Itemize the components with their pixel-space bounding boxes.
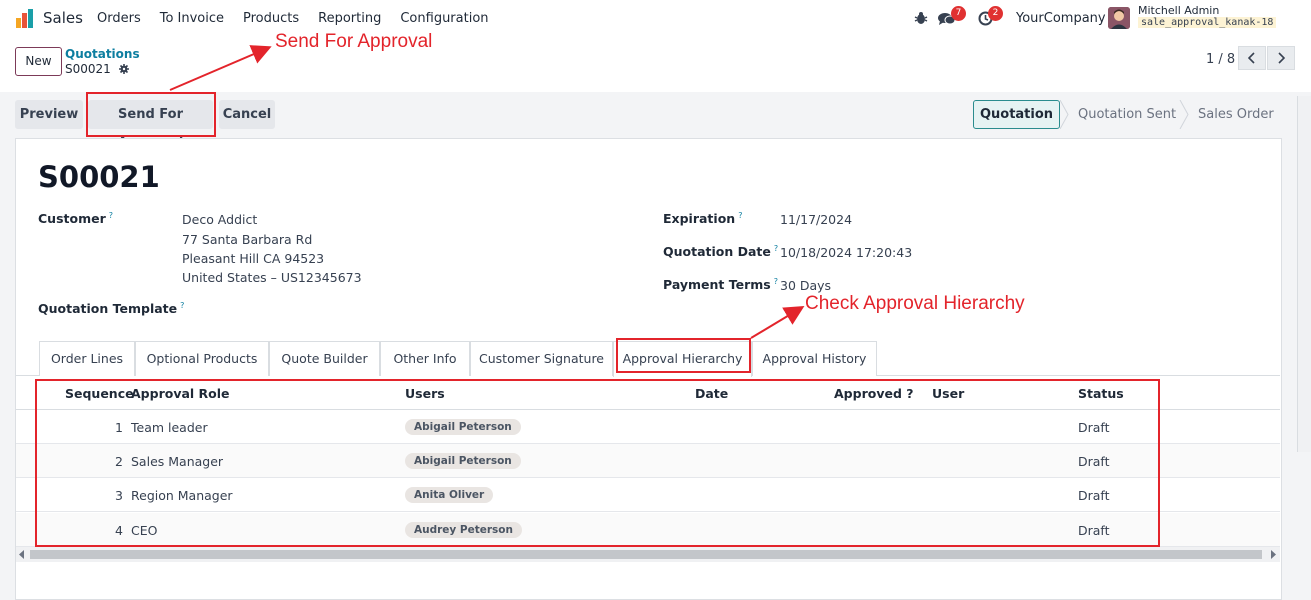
annotation-arrows [169, 45, 805, 339]
